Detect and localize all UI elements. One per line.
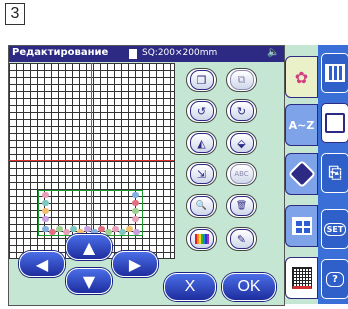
arc-text-button[interactable]: ABC bbox=[226, 162, 257, 186]
help-label: ? bbox=[326, 271, 344, 287]
mirror-horizontal-icon: ◭ bbox=[189, 133, 214, 153]
tab-grid-layout[interactable] bbox=[285, 205, 318, 247]
set-button[interactable]: SET bbox=[321, 209, 348, 249]
edit-mode-button[interactable] bbox=[321, 53, 348, 93]
stitch-motif bbox=[98, 226, 105, 232]
screen-title: Редактирование bbox=[12, 47, 109, 58]
duplicate-icon: ⧉ bbox=[229, 70, 254, 90]
copy-button[interactable]: ❐ bbox=[186, 68, 217, 92]
tab-built-in-designs[interactable]: ✿ bbox=[285, 56, 318, 98]
tab-lettering[interactable]: A~Z bbox=[285, 104, 318, 146]
edit-screen: Редактирование SQ:200×200mm 🔈 ❐ ⧉ ↺ ↻ ◭ … bbox=[8, 45, 285, 306]
stitch-motif bbox=[132, 192, 139, 198]
grid-view-icon bbox=[291, 267, 312, 289]
mirror-vertical-icon: ⬙ bbox=[229, 133, 254, 153]
stitch-motif bbox=[70, 226, 77, 232]
speaker-icon[interactable]: 🔈 bbox=[267, 47, 279, 58]
zoom-button[interactable]: 🔍 bbox=[186, 194, 217, 218]
arc-text-icon: ABC bbox=[229, 164, 254, 184]
save-file-button[interactable]: ⎘ bbox=[321, 153, 348, 193]
category-tabs: ✿ A~Z bbox=[285, 45, 318, 304]
stitch-motif bbox=[105, 229, 112, 235]
hoop-size-label: SQ:200×200mm bbox=[142, 48, 218, 58]
set-label: SET bbox=[323, 222, 347, 236]
rotate-left-button[interactable]: ↺ bbox=[186, 99, 217, 123]
stitch-motif bbox=[49, 229, 56, 235]
move-down-button[interactable]: ▼ bbox=[66, 268, 112, 294]
diamond-icon bbox=[287, 159, 316, 189]
grid-icon bbox=[291, 217, 312, 235]
flower-icon: ✿ bbox=[294, 67, 309, 87]
stitch-motif bbox=[132, 200, 139, 206]
horizontal-center-line bbox=[9, 160, 174, 161]
move-up-button[interactable]: ▲ bbox=[66, 234, 112, 260]
magnifier-icon: 🔍 bbox=[189, 196, 214, 216]
embroidery-mode-button[interactable] bbox=[321, 103, 348, 143]
save-button[interactable]: ✎ bbox=[226, 227, 257, 251]
move-left-button[interactable]: ◀ bbox=[19, 251, 65, 277]
tab-my-designs[interactable] bbox=[285, 153, 318, 195]
resize-button[interactable]: ⇲ bbox=[186, 162, 217, 186]
stitch-motif bbox=[132, 208, 139, 214]
stitch-motif bbox=[132, 216, 139, 222]
stitch-motif bbox=[126, 226, 133, 232]
mirror-vertical-button[interactable]: ⬙ bbox=[226, 131, 257, 155]
save-icon: ✎ bbox=[229, 229, 254, 249]
mode-panel: ⎘ SET ? bbox=[318, 45, 348, 304]
rotate-ccw-icon: ↺ bbox=[189, 101, 214, 121]
ok-button[interactable]: OK bbox=[222, 273, 276, 301]
stitch-motif bbox=[119, 229, 126, 235]
color-stripes bbox=[194, 234, 209, 244]
stitch-motif bbox=[42, 200, 49, 206]
mirror-horizontal-button[interactable]: ◭ bbox=[186, 131, 217, 155]
cancel-button[interactable]: X bbox=[164, 273, 216, 301]
stitch-motif bbox=[84, 226, 91, 232]
stitch-motif bbox=[112, 226, 119, 232]
design-grid[interactable] bbox=[9, 63, 175, 259]
stitch-motif bbox=[42, 216, 49, 222]
stitch-motif bbox=[133, 229, 140, 235]
stitch-motif bbox=[56, 226, 63, 232]
embroidery-icon bbox=[325, 113, 345, 133]
resize-icon: ⇲ bbox=[189, 164, 214, 184]
copy-icon: ❐ bbox=[189, 70, 214, 90]
help-button[interactable]: ? bbox=[321, 259, 348, 299]
stitch-motif bbox=[42, 208, 49, 214]
trash-icon: 🗑 bbox=[229, 196, 254, 216]
file-icon: ⎘ bbox=[328, 163, 342, 182]
step-number: 3 bbox=[5, 3, 25, 25]
trash-button[interactable]: 🗑 bbox=[226, 194, 257, 218]
edit-mode-icon bbox=[325, 64, 345, 82]
color-button[interactable] bbox=[186, 227, 217, 251]
title-bar: Редактирование SQ:200×200mm 🔈 bbox=[9, 46, 284, 62]
rotate-cw-icon: ↻ bbox=[229, 101, 254, 121]
color-palette-icon bbox=[189, 229, 214, 249]
hoop-icon bbox=[129, 49, 137, 59]
stitch-motif bbox=[42, 226, 49, 232]
stitch-motif bbox=[42, 192, 49, 198]
stitch-motif bbox=[63, 229, 70, 235]
tab-edit[interactable] bbox=[285, 257, 318, 299]
rotate-right-button[interactable]: ↻ bbox=[226, 99, 257, 123]
move-right-button[interactable]: ▶ bbox=[112, 251, 158, 277]
duplicate-button[interactable]: ⧉ bbox=[226, 68, 257, 92]
